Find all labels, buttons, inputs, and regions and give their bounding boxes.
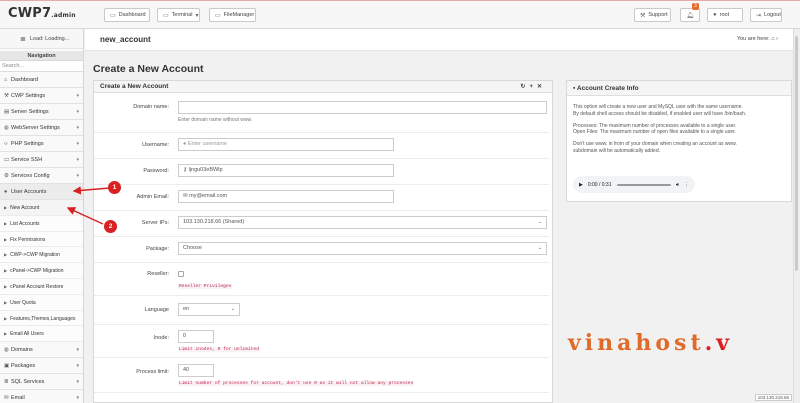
vinahost-watermark-logo: vinahost.v [568, 330, 733, 356]
annotation-marker-2: 2 [104, 220, 117, 233]
annotation-marker-1: 1 [108, 181, 121, 194]
arrow-1 [72, 186, 111, 195]
scrollbar-thumb[interactable] [795, 36, 798, 271]
status-ip: 103.130.218.66 [754, 394, 792, 401]
watermark-text: vinahost [568, 330, 705, 356]
arrow-2 [66, 207, 104, 225]
watermark-suffix: .v [704, 330, 734, 356]
